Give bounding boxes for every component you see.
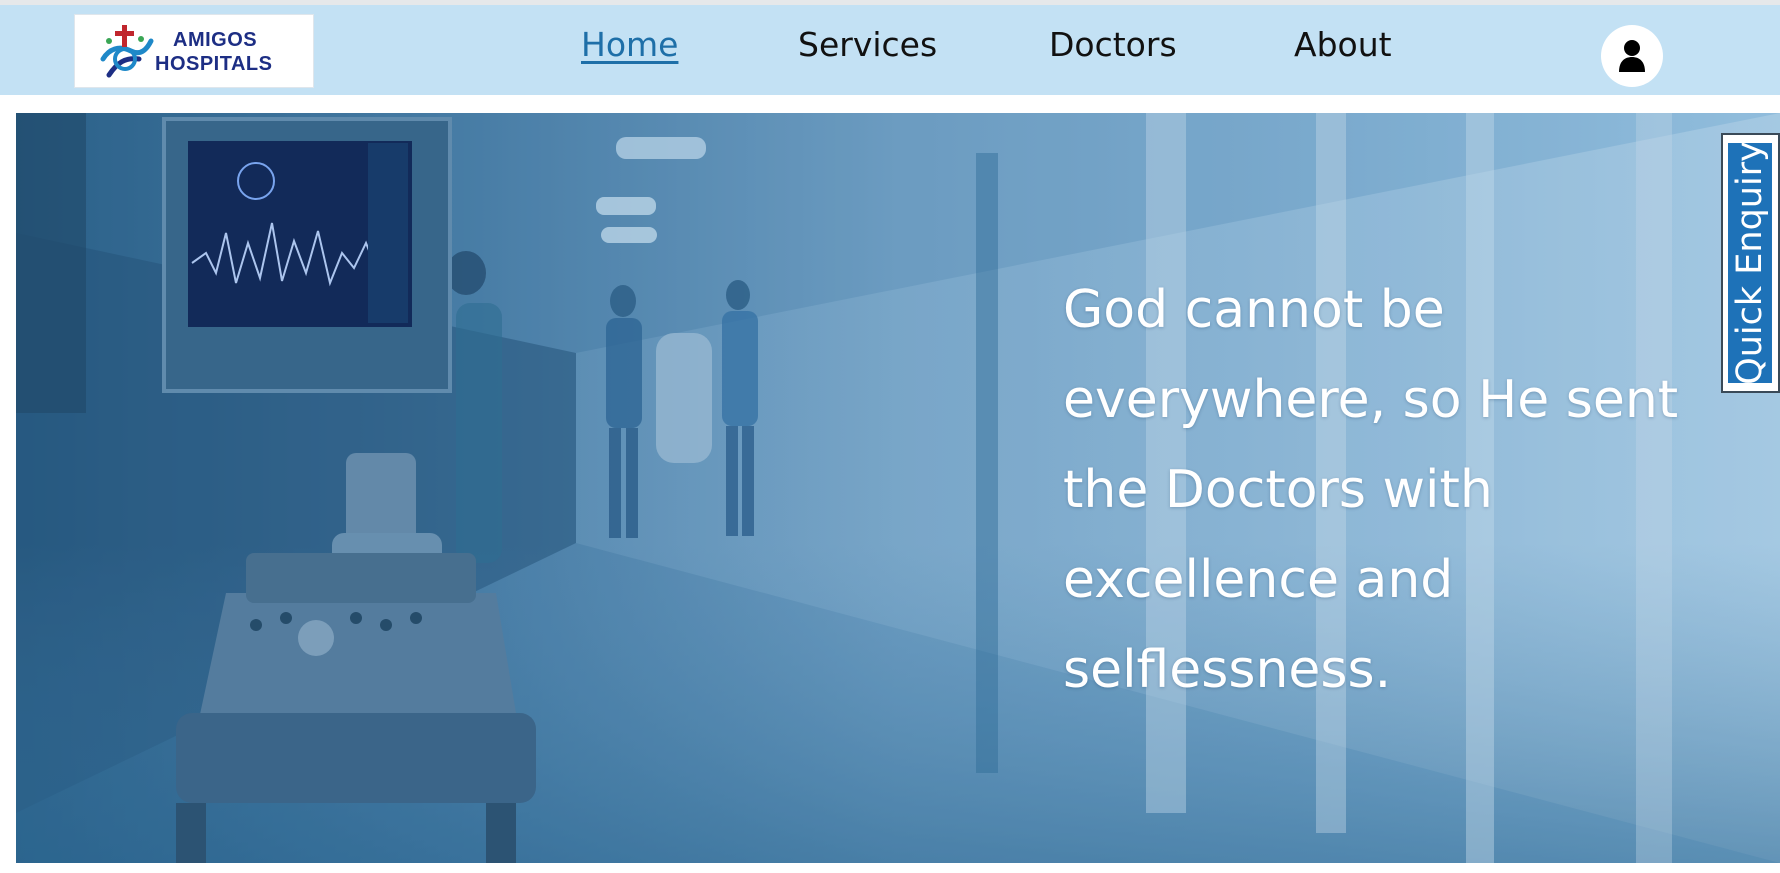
user-icon <box>1619 40 1645 72</box>
quick-enquiry-background: Quick Enquiry <box>1728 141 1772 385</box>
nav-doctors-link[interactable]: Doctors <box>1049 25 1177 64</box>
hospital-logo[interactable]: AMIGOS HOSPITALS <box>74 14 314 88</box>
quick-enquiry-label: Quick Enquiry <box>1730 141 1770 385</box>
navbar: AMIGOS HOSPITALS Home Services Doctors A… <box>0 5 1780 95</box>
quick-enquiry-tab[interactable]: Quick Enquiry <box>1721 133 1780 393</box>
logo-text: AMIGOS HOSPITALS <box>155 28 313 76</box>
hero-quote: God cannot be everywhere, so He sent the… <box>1063 280 1679 700</box>
logo-mark-icon <box>100 25 154 78</box>
nav-about-link[interactable]: About <box>1294 25 1392 64</box>
nav-home-link[interactable]: Home <box>581 25 678 64</box>
logo-line-1: AMIGOS <box>173 29 258 51</box>
profile-button[interactable] <box>1601 25 1663 87</box>
logo-line-2: HOSPITALS <box>155 53 273 75</box>
hero-banner: God cannot be everywhere, so He sent the… <box>16 113 1780 863</box>
nav-services-link[interactable]: Services <box>798 25 937 64</box>
